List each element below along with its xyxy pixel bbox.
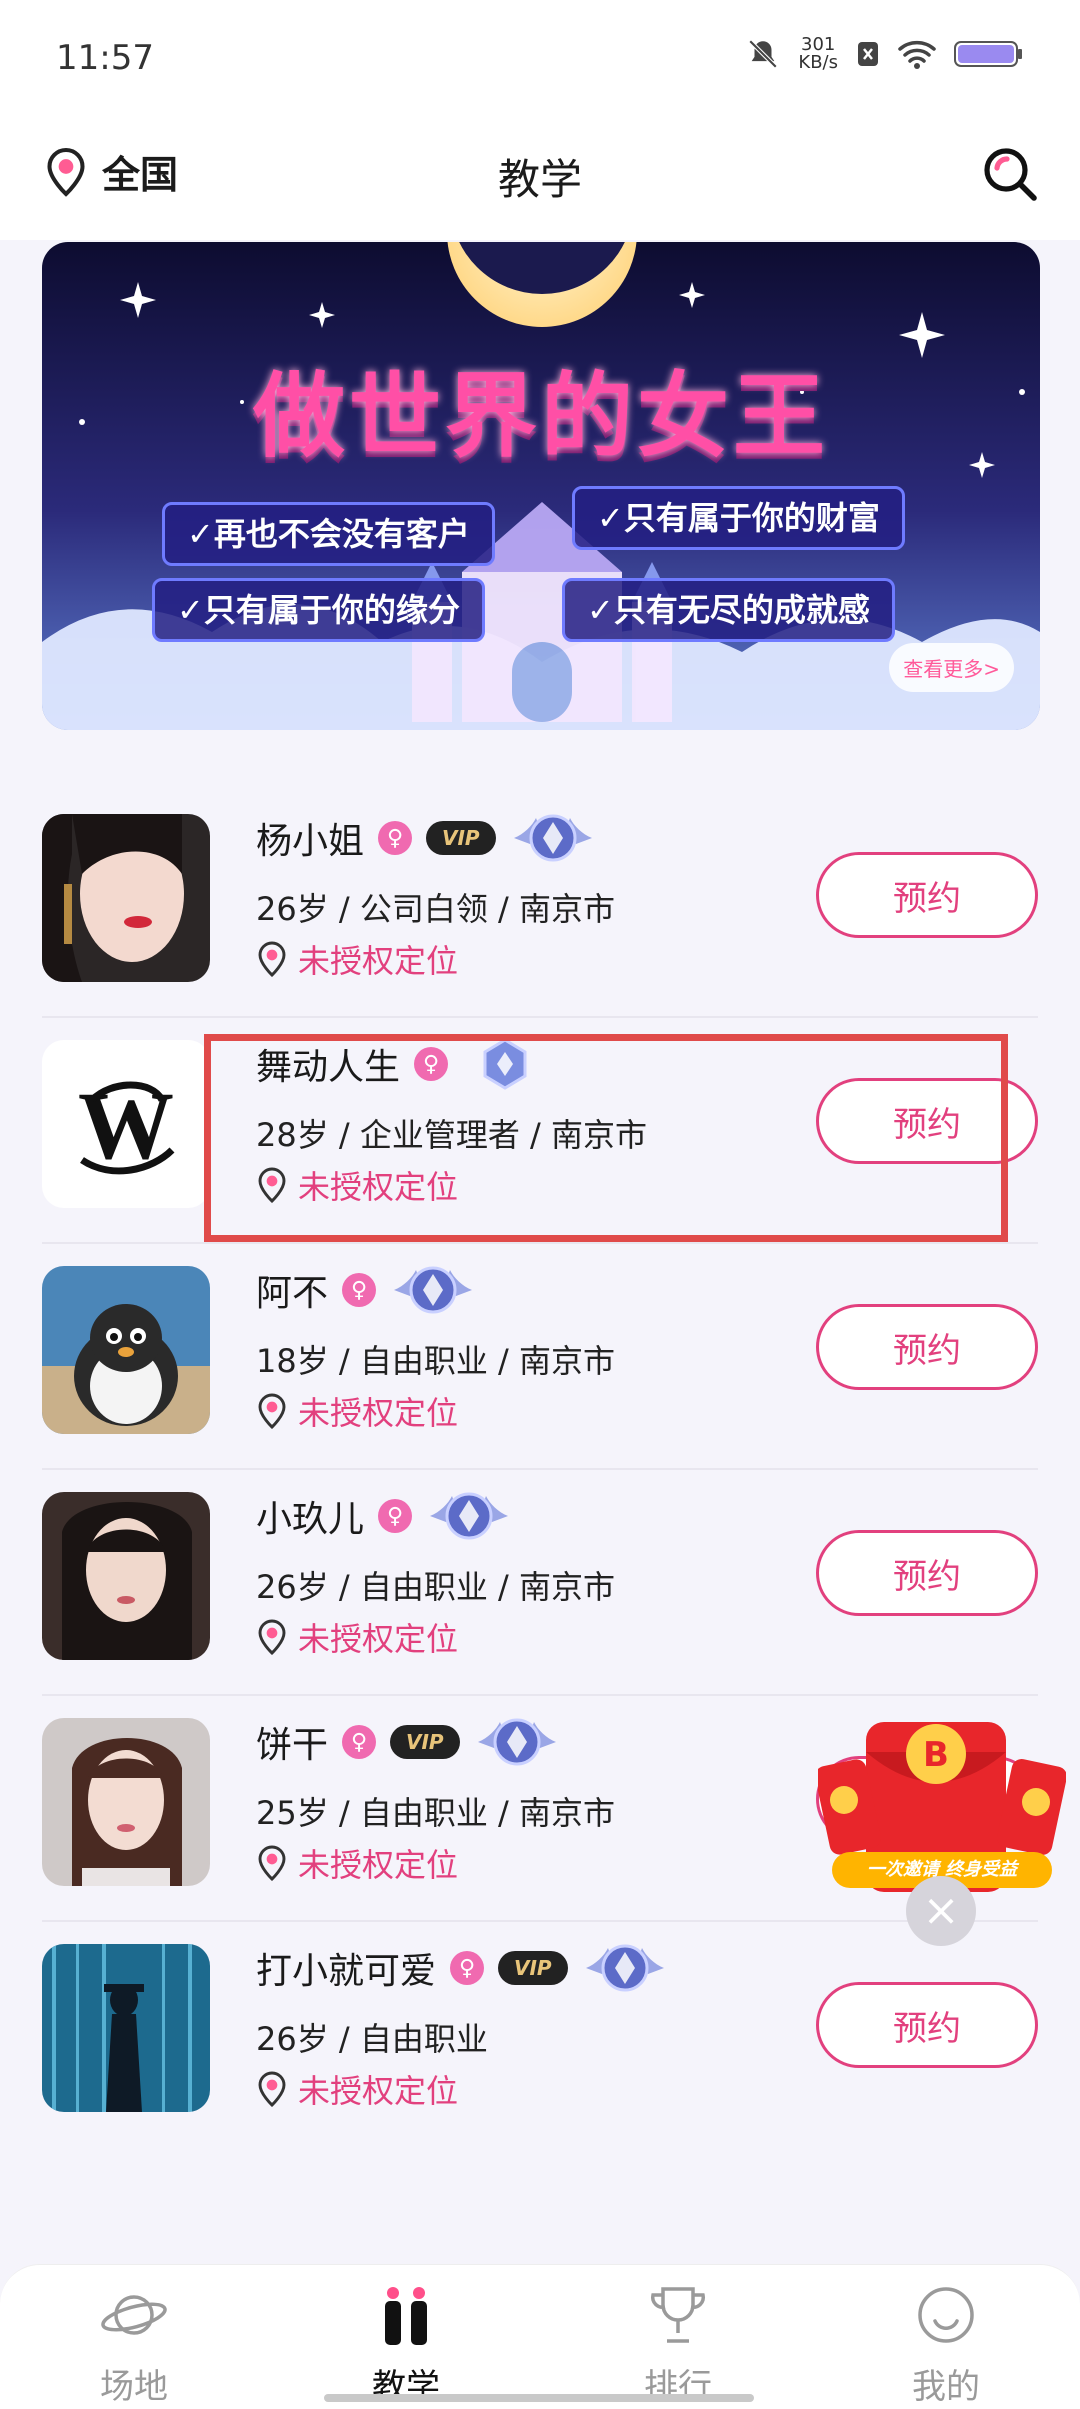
bottom-tab-bar: 场地 教学 排行 我的 — [0, 2264, 1080, 2409]
book-button[interactable]: 预约 — [816, 1982, 1038, 2068]
level-badge-icon — [510, 810, 596, 866]
user-name: 小玖儿 — [256, 1499, 365, 1540]
close-icon[interactable]: × — [906, 1876, 976, 1946]
status-time: 11:57 — [56, 38, 154, 78]
banner-point-2: ✓只有属于你的财富 — [572, 486, 905, 550]
highlight-box — [204, 1034, 1008, 1242]
teach-icon — [385, 2287, 427, 2345]
net-speed: 301 KB/s — [798, 36, 838, 72]
banner-headline: 做世界的女王 — [252, 363, 829, 470]
sim-off-icon — [858, 42, 878, 66]
vip-badge: VIP — [390, 1725, 460, 1759]
avatar — [42, 1944, 210, 2112]
status-icons: 301 KB/s — [746, 36, 1024, 72]
location-status: 未授权定位 — [256, 2066, 458, 2112]
location-text: 未授权定位 — [298, 1394, 459, 1432]
trophy-icon — [651, 2287, 705, 2343]
female-icon: ♀ — [378, 1499, 413, 1533]
tab-label: 我的 — [912, 2367, 980, 2407]
smile-icon — [918, 2287, 974, 2343]
avatar: W — [42, 1040, 210, 1208]
location-pin-icon — [258, 941, 286, 978]
female-icon: ♀ — [378, 821, 413, 855]
top-bar: 全国 教学 — [0, 120, 1080, 240]
avatar — [42, 1492, 210, 1660]
level-badge-icon — [426, 1488, 512, 1544]
book-button[interactable]: 预约 — [816, 1530, 1038, 1616]
tab-label: 场地 — [100, 2367, 168, 2407]
level-badge-icon — [390, 1262, 476, 1318]
user-info: 18岁 / 自由职业 / 南京市 — [256, 1342, 615, 1380]
tab-venue[interactable]: 场地 — [44, 2283, 224, 2408]
list-item[interactable]: 阿不 ♀ 18岁 / 自由职业 / 南京市 未授权定位 预约 — [42, 1244, 1038, 1470]
banner-point-4: ✓只有无尽的成就感 — [562, 578, 895, 642]
female-icon: ♀ — [450, 1951, 485, 1985]
status-bar: 11:57 301 KB/s — [0, 0, 1080, 120]
avatar — [42, 1266, 210, 1434]
female-icon: ♀ — [342, 1725, 377, 1759]
banner-more-link[interactable]: 查看更多> — [889, 643, 1014, 692]
list-item[interactable]: 打小就可爱 ♀ VIP 26岁 / 自由职业 未授权定位 预约 — [42, 1922, 1038, 2148]
name-line: 小玖儿 ♀ — [256, 1488, 512, 1544]
home-indicator[interactable] — [324, 2394, 754, 2402]
location-pin-icon — [258, 2071, 286, 2108]
location-text: 未授权定位 — [298, 1620, 459, 1658]
level-badge-icon — [474, 1714, 560, 1770]
vip-badge: VIP — [426, 821, 496, 855]
female-icon: ♀ — [342, 1273, 377, 1307]
svg-text:B: B — [923, 1735, 949, 1775]
user-info: 25岁 / 自由职业 / 南京市 — [256, 1794, 615, 1832]
banner-point-1: ✓再也不会没有客户 — [162, 502, 495, 566]
avatar — [42, 1718, 210, 1886]
avatar — [42, 814, 210, 982]
user-name: 饼干 — [256, 1725, 329, 1766]
location-status: 未授权定位 — [256, 1614, 458, 1660]
name-line: 杨小姐 ♀ VIP — [256, 810, 596, 866]
name-line: 打小就可爱 ♀ VIP — [256, 1940, 668, 1996]
user-name: 打小就可爱 — [256, 1951, 437, 1992]
wifi-icon — [898, 41, 936, 69]
search-icon[interactable] — [980, 144, 1040, 204]
location-text: 未授权定位 — [298, 2072, 459, 2110]
user-info: 26岁 / 自由职业 — [256, 2020, 488, 2058]
book-button[interactable]: 预约 — [816, 1304, 1038, 1390]
tab-teaching[interactable]: 教学 — [316, 2283, 496, 2408]
location-pin-icon — [258, 1845, 286, 1882]
book-button[interactable]: 预约 — [816, 852, 1038, 938]
location-status: 未授权定位 — [256, 1840, 458, 1886]
list-item[interactable]: 小玖儿 ♀ 26岁 / 自由职业 / 南京市 未授权定位 预约 — [42, 1470, 1038, 1696]
net-speed-unit: KB/s — [798, 52, 838, 73]
planet-icon — [101, 2295, 167, 2335]
list-item[interactable]: 杨小姐 ♀ VIP 26岁 / 公司白领 / 南京市 未授权定位 预约 — [42, 792, 1038, 1018]
level-badge-icon — [582, 1940, 668, 1996]
location-status: 未授权定位 — [256, 1388, 458, 1434]
page-title: 教学 — [497, 155, 582, 204]
tab-ranking[interactable]: 排行 — [588, 2283, 768, 2408]
user-info: 26岁 / 公司白领 / 南京市 — [256, 890, 615, 928]
location-text: 未授权定位 — [298, 942, 459, 980]
banner-content: 做世界的女王 ✓再也不会没有客户 ✓只有属于你的财富 ✓只有属于你的缘分 ✓只有… — [42, 242, 1040, 730]
banner-point-3: ✓只有属于你的缘分 — [152, 578, 485, 642]
location-text: 未授权定位 — [298, 1846, 459, 1884]
location-status: 未授权定位 — [256, 936, 458, 982]
battery-icon — [954, 41, 1022, 67]
tab-mine[interactable]: 我的 — [856, 2283, 1036, 2408]
user-name: 阿不 — [256, 1273, 329, 1314]
user-name: 杨小姐 — [256, 821, 365, 862]
location-pin-icon — [258, 1619, 286, 1656]
invite-red-packet[interactable]: B 一次邀请 终身受益 — [815, 1692, 1067, 1902]
promo-banner[interactable]: 做世界的女王 ✓再也不会没有客户 ✓只有属于你的财富 ✓只有属于你的缘分 ✓只有… — [42, 242, 1040, 730]
location-pin-icon — [258, 1393, 286, 1430]
name-line: 饼干 ♀ VIP — [256, 1714, 560, 1770]
bell-off-icon — [749, 39, 778, 69]
user-info: 26岁 / 自由职业 / 南京市 — [256, 1568, 615, 1606]
name-line: 阿不 ♀ — [256, 1262, 476, 1318]
vip-badge: VIP — [498, 1951, 568, 1985]
